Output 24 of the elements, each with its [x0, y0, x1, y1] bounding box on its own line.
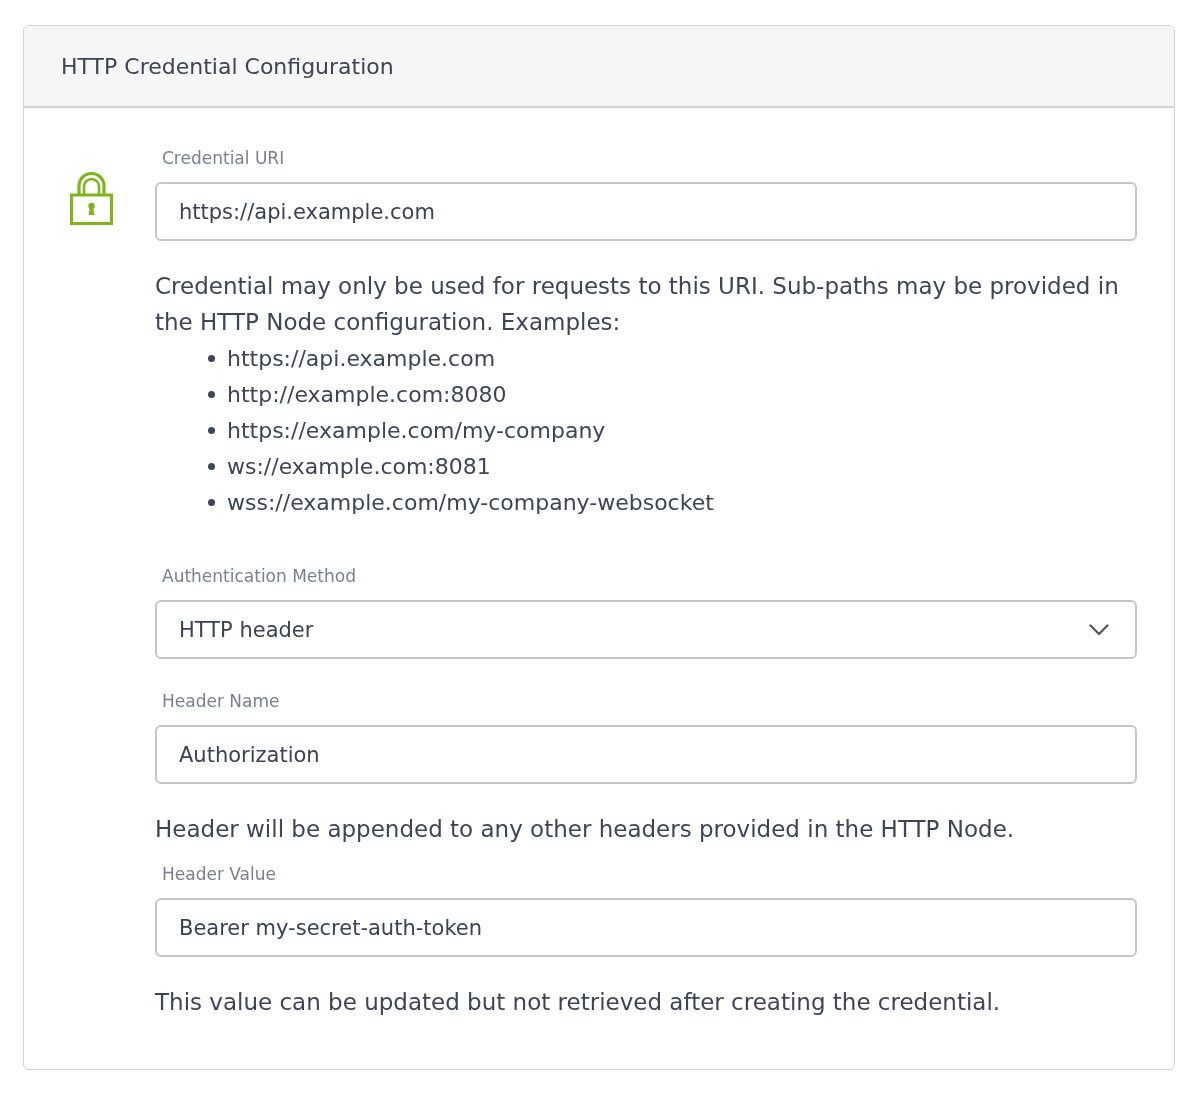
panel-title: HTTP Credential Configuration — [61, 53, 394, 79]
bullet-icon — [208, 390, 215, 398]
bullet-icon — [208, 426, 215, 434]
example-url: https://example.com/my-company — [227, 417, 606, 443]
field-label: Header Value — [162, 863, 277, 885]
example-url: ws://example.com:8081 — [227, 453, 491, 479]
bullet-icon — [208, 498, 215, 506]
text-input-field[interactable]: Authorization — [155, 725, 1137, 784]
field-label: Authentication Method — [162, 565, 357, 587]
dropdown-select[interactable]: HTTP header — [155, 600, 1137, 659]
field-label: Header Name — [162, 690, 281, 712]
example-url: wss://example.com/my-company-websocket — [227, 489, 714, 515]
text-input-field[interactable]: https://api.example.com — [155, 182, 1137, 241]
field-label: Credential URI — [162, 147, 286, 169]
bullet-icon — [208, 462, 215, 470]
padlock-icon — [70, 171, 113, 225]
bullet-icon — [208, 354, 215, 362]
example-url: http://example.com:8080 — [227, 381, 507, 407]
help-text: This value can be updated but not retrieved after creating the credential. — [155, 988, 1002, 1017]
chevron-down-icon — [1089, 623, 1109, 636]
example-url: https://api.example.com — [227, 345, 496, 371]
help-text: Credential may only be used for requests to this URI. Sub-paths may be provided in the HTTP Node configuration. Examples: — [155, 272, 1120, 337]
text-input-field[interactable]: Bearer my-secret-auth-token — [155, 898, 1137, 957]
help-text: Header will be appended to any other headers provided in the HTTP Node. — [155, 815, 1016, 844]
